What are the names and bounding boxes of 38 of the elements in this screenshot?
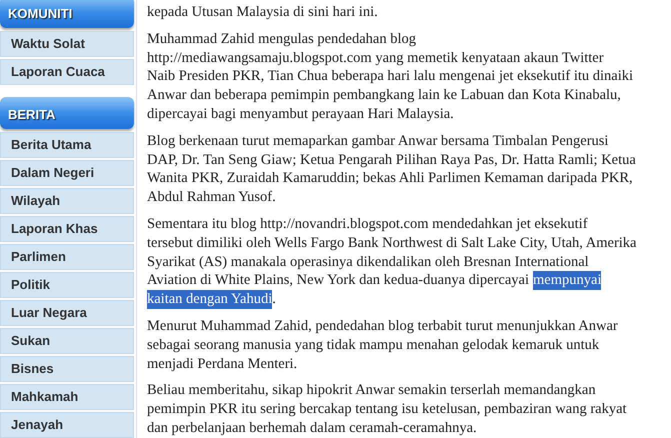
text-line: pemimpin PKR itu sering bercakap tentang isu ketelusan, pembaziran wang rakyat <box>147 400 627 419</box>
section-header: BERITA <box>0 97 134 129</box>
text-line: Syarikat (AS) manakala operasinya dikendalikan oleh Bresnan International <box>147 252 589 272</box>
text-line: kepada Utusan Malaysia di sini hari ini. <box>147 3 378 22</box>
sidebar-link[interactable]: Waktu Solat <box>0 31 134 57</box>
text-line: Anwar dan beberapa pemimpin pembangkang lain ke Labuan dan Kota Kinabalu, <box>147 86 621 105</box>
text-line: sebagai seorang manusia yang tidak mampu menahan gelodak kemaruk untuk <box>147 336 600 355</box>
sidebar-link[interactable]: Bisnes <box>0 356 134 382</box>
selected-text: kaitan dengan Yahudi <box>147 290 272 309</box>
sidebar-link[interactable]: Laporan Khas <box>0 216 134 242</box>
text-line: Abdul Rahman Yusof. <box>147 188 276 207</box>
section-header: KOMUNITI <box>0 0 134 28</box>
text-line: dan perbelanjaan berhemah dalam ceramah-ceramahnya. <box>147 418 477 438</box>
sidebar-link[interactable]: Parlimen <box>0 244 134 270</box>
text-line: tersebut dimiliki oleh Wells Fargo Bank Northwest di Salt Lake City, Utah, Amerika <box>147 234 636 253</box>
text-line: Menurut Muhammad Zahid, pendedahan blog terbabit turut menunjukkan Anwar <box>147 316 618 336</box>
sidebar-link[interactable]: Berita Utama <box>0 132 134 158</box>
text-line: Wanita PKR, Zuraidah Kamaruddin; bekas Ahli Parlimen Kemaman daripada PKR, <box>147 169 633 188</box>
text-line: menjadi Perdana Menteri. <box>147 354 298 374</box>
sidebar-link[interactable]: Jenayah <box>0 412 134 438</box>
text-line: Naib Presiden PKR, Tian Chua beberapa hari lalu mengenai jet eksekutif itu dinaiki <box>147 67 634 86</box>
text-line: Aviation di White Plains, New York dan kedua-duanya dipercayai <box>147 271 530 290</box>
text-line: Muhammad Zahid mengulas pendedahan blog <box>147 30 416 49</box>
sidebar-link[interactable]: Mahkamah <box>0 384 134 410</box>
sidebar-link[interactable]: Sukan <box>0 328 134 354</box>
text-line: dipercayai bagi menyambut perayaan Hari Malaysia. <box>147 104 454 124</box>
text-line: . <box>272 290 276 309</box>
sidebar-link[interactable]: Luar Negara <box>0 300 134 326</box>
selected-text: mempunyai <box>533 271 602 290</box>
text-line: Beliau memberitahu, sikap hipokrit Anwar semakin terserlah memandangkan <box>147 381 596 400</box>
sidebar-link[interactable]: Dalam Negeri <box>0 160 134 186</box>
sidebar-link[interactable]: Wilayah <box>0 188 134 214</box>
text-line: Sementara itu blog http://novandri.blogspot.com mendedahkan jet eksekutif <box>147 214 588 234</box>
text-line: Blog berkenaan turut memaparkan gambar Anwar bersama Timbalan Pengerusi <box>147 132 608 151</box>
text-line: DAP, Dr. Tan Seng Giaw; Ketua Pengarah Pilihan Raya Pas, Dr. Hatta Ramli; Ketua <box>147 150 636 170</box>
sidebar-link[interactable]: Laporan Cuaca <box>0 59 134 85</box>
text-line: http://mediawangsamaju.blogspot.com yang memetik kenyataan akaun Twitter <box>147 48 604 68</box>
sidebar-link[interactable]: Politik <box>0 272 134 298</box>
